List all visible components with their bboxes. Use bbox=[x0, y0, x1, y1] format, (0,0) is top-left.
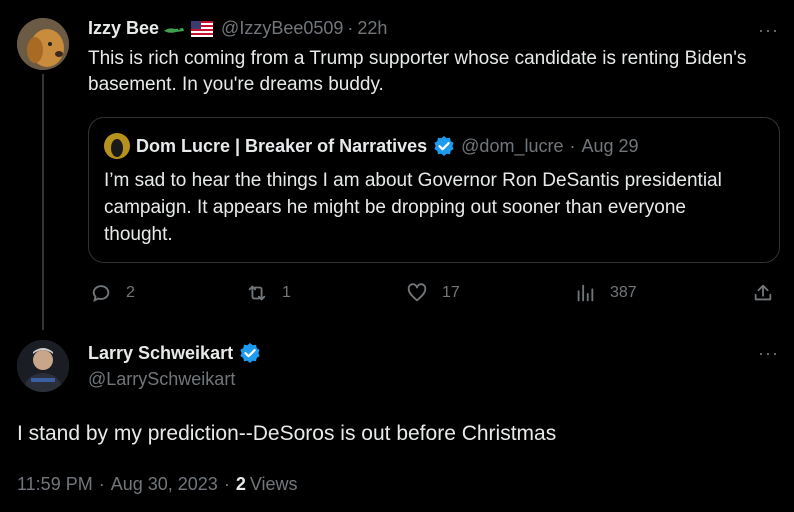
retweet-count: 1 bbox=[282, 284, 291, 301]
like-button[interactable]: 17 bbox=[406, 282, 460, 304]
views-button[interactable]: 387 bbox=[574, 282, 637, 304]
views-count: 387 bbox=[610, 284, 637, 301]
handle-izzy[interactable]: @IzzyBee0509 bbox=[221, 18, 343, 39]
quote-header: Dom Lucre | Breaker of Narratives @dom_l… bbox=[104, 133, 639, 159]
verified-badge-icon[interactable] bbox=[239, 342, 261, 364]
display-name-izzy[interactable]: Izzy Bee bbox=[88, 18, 159, 39]
like-count: 17 bbox=[442, 284, 460, 301]
thread-connector-line bbox=[42, 74, 44, 330]
reply-tweet-header: Izzy Bee @IzzyBee0509 · 22h bbox=[88, 18, 387, 39]
reply-button[interactable]: 2 bbox=[90, 282, 135, 304]
avatar-izzy-bee[interactable] bbox=[17, 18, 69, 70]
person-avatar-icon bbox=[17, 340, 69, 392]
quote-handle: @dom_lucre bbox=[461, 135, 564, 156]
display-name-larry[interactable]: Larry Schweikart bbox=[88, 343, 233, 364]
quote-text: I’m sad to hear the things I am about Go… bbox=[104, 170, 722, 245]
meta-separator: · bbox=[98, 474, 105, 494]
analytics-icon bbox=[577, 284, 594, 302]
crocodile-emoji-icon bbox=[164, 27, 185, 33]
handle-larry[interactable]: @LarrySchweikart bbox=[88, 369, 235, 390]
main-views[interactable]: 2 Views bbox=[236, 474, 298, 495]
tweet-date[interactable]: Aug 30, 2023 bbox=[111, 474, 218, 495]
quote-display-name: Dom Lucre | Breaker of Narratives bbox=[136, 135, 428, 156]
reply-icon bbox=[92, 285, 110, 303]
main-tweet-text: I stand by my prediction--DeSoros is out… bbox=[17, 422, 557, 445]
retweet-icon bbox=[248, 285, 266, 301]
reply-time[interactable]: 22h bbox=[357, 18, 387, 39]
meta-separator: · bbox=[223, 474, 230, 494]
verified-badge-icon bbox=[434, 136, 454, 156]
header-separator: · bbox=[347, 18, 354, 38]
quote-separator: · bbox=[569, 135, 576, 156]
main-views-label: Views bbox=[249, 474, 298, 494]
us-flag-icon bbox=[191, 20, 214, 37]
retweet-button[interactable]: 1 bbox=[246, 282, 291, 304]
reply-count: 2 bbox=[126, 284, 135, 301]
dog-avatar-icon bbox=[17, 18, 69, 70]
heart-icon bbox=[407, 283, 427, 302]
share-icon bbox=[754, 284, 772, 301]
tweet-time[interactable]: 11:59 PM bbox=[17, 474, 93, 495]
more-options-icon[interactable]: ··· bbox=[758, 343, 779, 364]
tweet-meta: 11:59 PM · Aug 30, 2023 · 2 Views bbox=[17, 474, 298, 495]
share-button[interactable] bbox=[752, 282, 774, 304]
main-tweet-header: Larry Schweikart bbox=[88, 342, 261, 364]
reply-tweet-text: This is rich coming from a Trump support… bbox=[88, 48, 747, 95]
more-options-icon[interactable]: ··· bbox=[758, 20, 779, 41]
main-views-count: 2 bbox=[235, 474, 246, 494]
dom-lucre-avatar[interactable] bbox=[104, 133, 130, 159]
avatar-larry-schweikart[interactable] bbox=[17, 340, 69, 392]
quote-date: Aug 29 bbox=[581, 135, 639, 156]
